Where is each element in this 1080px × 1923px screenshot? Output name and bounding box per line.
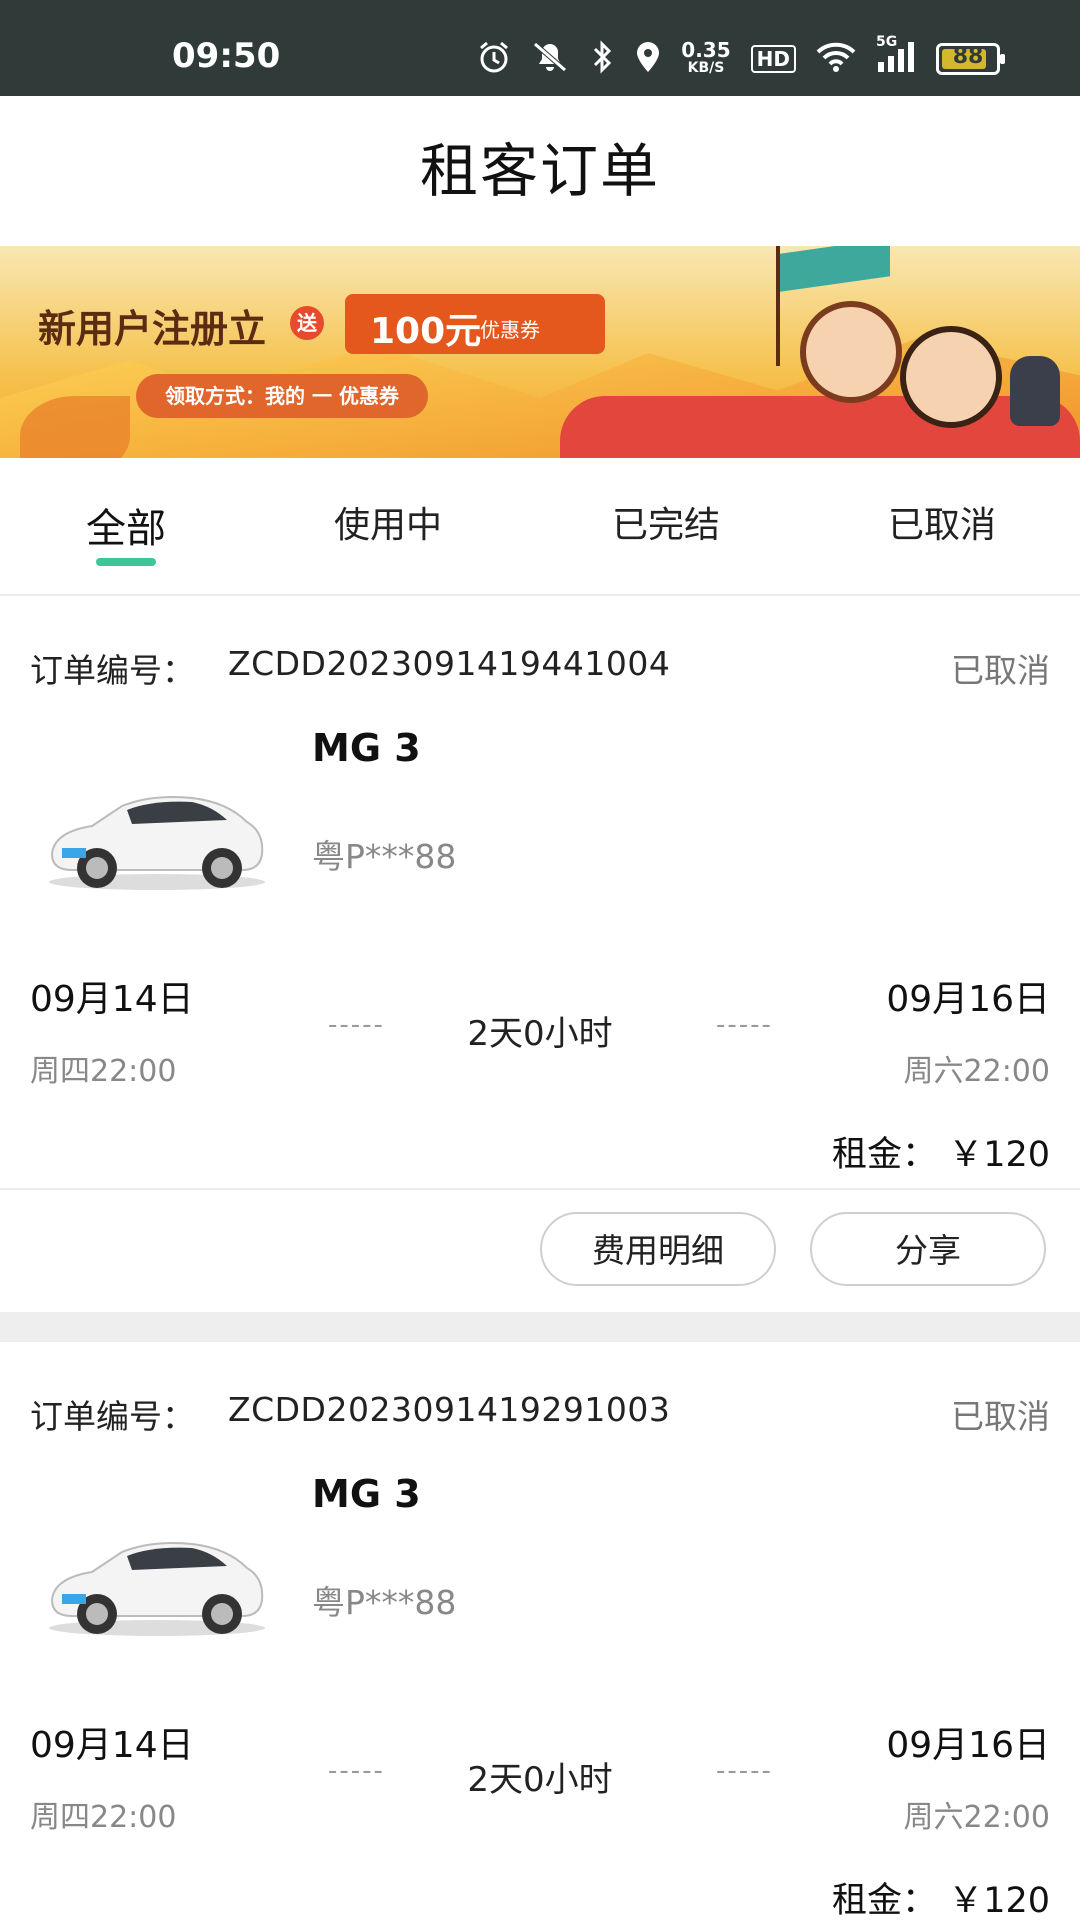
bluetooth-icon bbox=[589, 40, 615, 78]
mute-icon bbox=[531, 40, 569, 78]
duration-dash-right: ----- bbox=[716, 1756, 773, 1786]
hd-badge: HD bbox=[750, 45, 796, 73]
banner-amount-value: 100元 bbox=[370, 311, 482, 352]
order-number: ZCDD2023091419291003 bbox=[228, 1390, 671, 1429]
alarm-icon bbox=[477, 40, 511, 78]
promo-banner[interactable]: 新用户注册立 送 100元 优惠券 领取方式：我的 一 优惠券 bbox=[0, 246, 1080, 458]
battery-level: 88 bbox=[952, 44, 984, 69]
car-image bbox=[42, 1520, 272, 1640]
license-plate: 粤P***88 bbox=[312, 837, 457, 876]
car-name: MG 3 bbox=[312, 1472, 421, 1516]
tab-in-use[interactable]: 使用中 bbox=[298, 458, 478, 594]
banner-car-illustration bbox=[560, 396, 1080, 458]
banner-flag bbox=[780, 246, 890, 292]
page-title: 租客订单 bbox=[419, 137, 660, 205]
order-tabs: 全部 使用中 已完结 已取消 bbox=[0, 458, 1080, 596]
banner-boy-illustration bbox=[900, 326, 1002, 428]
order-number-label: 订单编号： bbox=[30, 651, 195, 690]
tab-active-indicator bbox=[96, 558, 156, 566]
order-number-label: 订单编号： bbox=[30, 1397, 195, 1436]
tab-label: 已完结 bbox=[611, 505, 720, 546]
tab-label: 全部 bbox=[86, 506, 166, 552]
status-bar: 09:50 0.35 KB/S HD 5G 88 bbox=[0, 0, 1080, 96]
order-status: 已取消 bbox=[951, 651, 1050, 690]
banner-dog-illustration bbox=[1010, 356, 1060, 426]
banner-how-to: 领取方式：我的 一 优惠券 bbox=[136, 374, 428, 418]
battery-icon: 88 bbox=[936, 43, 1005, 75]
banner-amount: 100元 优惠券 bbox=[345, 294, 605, 354]
car-name: MG 3 bbox=[312, 726, 421, 770]
cellular-signal-icon: 5G bbox=[876, 34, 916, 78]
rent-value: ￥120 bbox=[948, 1881, 1050, 1921]
tab-all[interactable]: 全部 bbox=[36, 458, 216, 594]
order-number-row: 订单编号： ZCDD2023091419291003 已取消 bbox=[30, 1390, 1050, 1440]
end-date: 09月16日 bbox=[886, 1725, 1050, 1766]
end-date: 09月16日 bbox=[886, 979, 1050, 1020]
page-header: 租客订单 bbox=[0, 96, 1080, 246]
order-status: 已取消 bbox=[951, 1397, 1050, 1436]
banner-girl-illustration bbox=[800, 301, 902, 403]
fee-details-button[interactable]: 费用明细 bbox=[540, 1212, 776, 1286]
banner-send-badge: 送 bbox=[290, 306, 324, 340]
rent-value: ￥120 bbox=[948, 1135, 1050, 1175]
tab-cancelled[interactable]: 已取消 bbox=[852, 458, 1032, 594]
order-number-row: 订单编号： ZCDD2023091419441004 已取消 bbox=[30, 644, 1050, 694]
rent-label: 租金： bbox=[832, 1881, 938, 1921]
tab-label: 使用中 bbox=[333, 505, 442, 546]
card-separator bbox=[0, 1312, 1080, 1342]
status-time: 09:50 bbox=[172, 36, 281, 76]
status-icons: 0.35 KB/S HD 5G 88 bbox=[477, 34, 1005, 78]
end-time: 周六22:00 bbox=[903, 1800, 1050, 1835]
share-button[interactable]: 分享 bbox=[810, 1212, 1046, 1286]
location-icon bbox=[635, 40, 661, 78]
order-card[interactable]: 订单编号： ZCDD2023091419441004 已取消 MG 3 粤P**… bbox=[0, 596, 1080, 1312]
divider bbox=[0, 1188, 1080, 1190]
rent-label: 租金： bbox=[832, 1135, 938, 1175]
banner-amount-suffix: 优惠券 bbox=[480, 318, 540, 342]
banner-headline: 新用户注册立 bbox=[38, 307, 267, 351]
tab-label: 已取消 bbox=[887, 505, 996, 546]
rent-row: 租金： ￥120 bbox=[832, 1126, 1050, 1177]
end-time: 周六22:00 bbox=[903, 1054, 1050, 1089]
order-card[interactable]: 订单编号： ZCDD2023091419291003 已取消 MG 3 粤P**… bbox=[0, 1342, 1080, 1923]
order-number: ZCDD2023091419441004 bbox=[228, 644, 671, 683]
wifi-icon bbox=[816, 41, 856, 77]
license-plate: 粤P***88 bbox=[312, 1583, 457, 1622]
car-image bbox=[42, 774, 272, 894]
tab-completed[interactable]: 已完结 bbox=[576, 458, 756, 594]
rent-row: 租金： ￥120 bbox=[832, 1872, 1050, 1923]
duration-dash-right: ----- bbox=[716, 1010, 773, 1040]
net-speed: 0.35 KB/S bbox=[681, 38, 731, 76]
